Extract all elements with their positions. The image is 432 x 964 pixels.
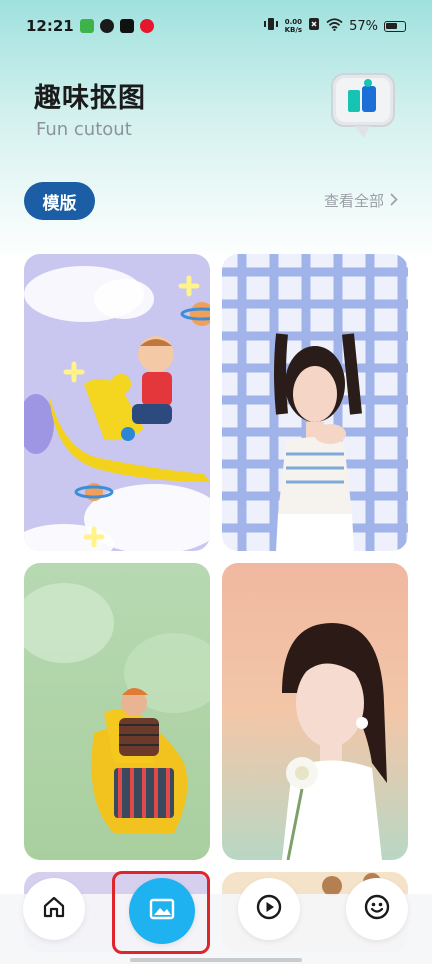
view-all-link[interactable]: 查看全部 xyxy=(324,190,398,211)
status-time: 12:21 xyxy=(26,17,74,35)
page-subtitle: Fun cutout xyxy=(36,119,132,140)
vibrate-icon xyxy=(263,17,279,35)
tiktok-icon xyxy=(119,19,134,33)
net-speed-unit: KB/s xyxy=(284,26,303,34)
template-card-girl-braids[interactable] xyxy=(222,254,408,551)
page-title: 趣味抠图 xyxy=(34,83,146,114)
net-speed-value: 0.00 xyxy=(284,18,302,26)
status-right: 0.00 KB/s 57% xyxy=(263,17,406,35)
view-all-label: 查看全部 xyxy=(323,192,384,210)
wifi-icon xyxy=(326,17,343,35)
template-card-baby-rocking-horse[interactable] xyxy=(24,254,210,551)
app-notification-icon xyxy=(99,19,114,33)
battery-icon xyxy=(384,20,406,32)
thumbs-up-illustration xyxy=(330,70,398,140)
weibo-icon xyxy=(139,19,154,33)
network-speed: 0.00 KB/s xyxy=(285,18,302,34)
home-icon xyxy=(42,895,66,923)
nav-image-highlight xyxy=(112,871,210,954)
play-icon xyxy=(255,893,283,925)
chevron-right-icon xyxy=(390,192,398,210)
status-bar: 12:21 0.00 KB/s 57% xyxy=(0,0,432,52)
emoji-icon xyxy=(363,893,391,925)
status-left: 12:21 xyxy=(26,17,154,35)
nav-emoji-button[interactable] xyxy=(346,878,408,940)
template-tag-button[interactable]: 模版 xyxy=(24,182,95,220)
nav-play-button[interactable] xyxy=(238,878,300,940)
battery-percent: 57% xyxy=(349,18,378,34)
nav-home-button[interactable] xyxy=(23,878,85,940)
template-card-woman-yellow-chair[interactable] xyxy=(24,563,210,860)
app-notification-icon xyxy=(79,19,94,33)
home-indicator xyxy=(130,958,302,962)
template-card-woman-flower[interactable] xyxy=(222,563,408,860)
sim-icon xyxy=(308,17,320,35)
